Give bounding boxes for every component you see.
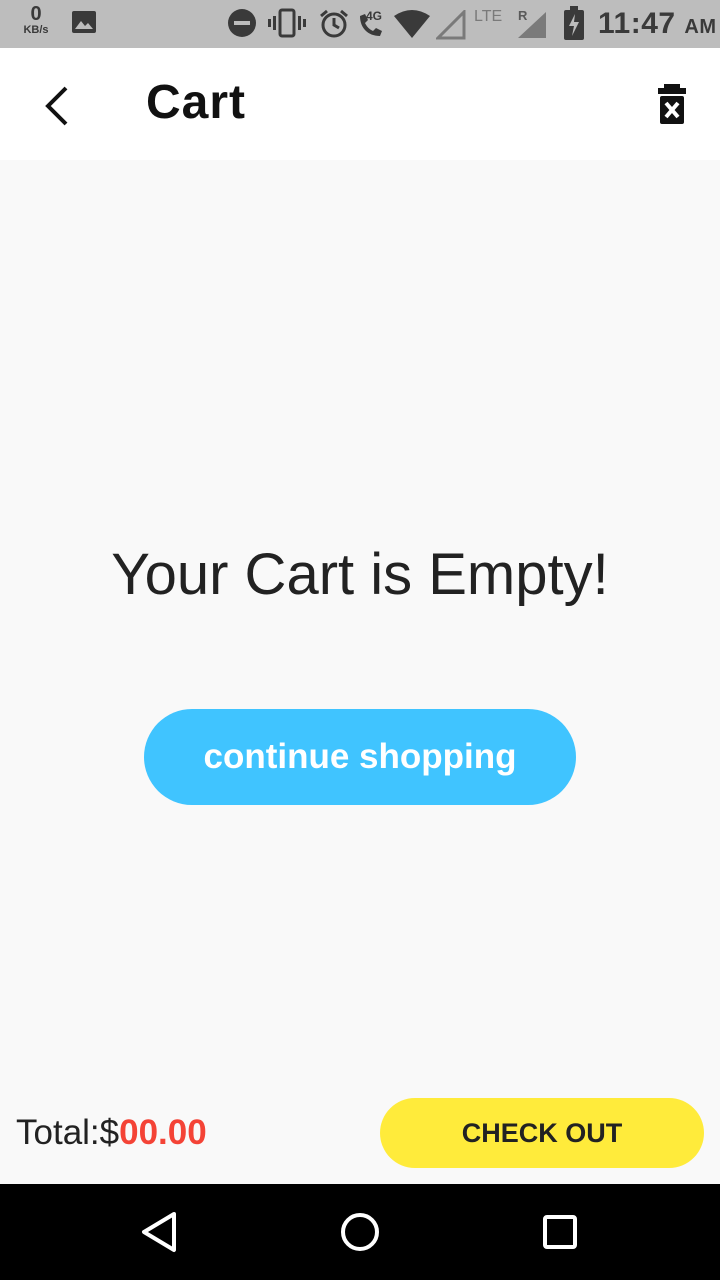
page-title: Cart — [146, 76, 247, 129]
status-time-value: 11:47 — [598, 7, 676, 40]
app-bar: Cart — [0, 48, 720, 160]
continue-shopping-button[interactable]: continue shopping — [144, 709, 576, 805]
nav-home-button[interactable] — [336, 1208, 384, 1256]
delete-forever-icon — [658, 84, 686, 124]
network-4g-label: 4G — [366, 9, 383, 23]
vibrate-icon — [268, 8, 306, 38]
nav-recents-button[interactable] — [536, 1208, 584, 1256]
clear-cart-button[interactable] — [650, 78, 694, 132]
nav-home-icon — [341, 1213, 379, 1251]
image-icon — [72, 11, 96, 33]
do-not-disturb-icon — [228, 9, 256, 37]
back-arrow-icon — [45, 86, 68, 126]
checkout-button[interactable]: CHECK OUT — [380, 1098, 704, 1168]
signal-icon — [436, 10, 466, 40]
nav-back-icon — [142, 1212, 176, 1252]
battery-charging-icon — [564, 6, 584, 40]
status-time-ampm: AM — [684, 16, 717, 38]
cart-total: Total:$00.00 — [16, 1110, 207, 1156]
signal-roaming-icon — [518, 12, 546, 38]
status-time: 11:47 AM — [598, 7, 717, 41]
network-speed: 0 KB/s — [18, 4, 54, 36]
total-amount: 00.00 — [119, 1113, 207, 1152]
system-nav-bar — [0, 1184, 720, 1280]
nav-back-button[interactable] — [136, 1208, 184, 1256]
total-label: Total:$ — [16, 1113, 120, 1152]
alarm-icon — [320, 9, 348, 38]
empty-cart-message: Your Cart is Empty! — [111, 542, 609, 607]
nav-recents-icon — [543, 1215, 577, 1249]
wifi-icon — [394, 10, 430, 38]
network-speed-value: 0 — [30, 3, 42, 25]
status-bar: 0 KB/s 4G LTE R 11:47 AM — [0, 0, 720, 48]
network-lte-label: LTE — [474, 8, 503, 25]
back-button[interactable] — [28, 78, 84, 134]
network-speed-unit: KB/s — [23, 24, 49, 36]
